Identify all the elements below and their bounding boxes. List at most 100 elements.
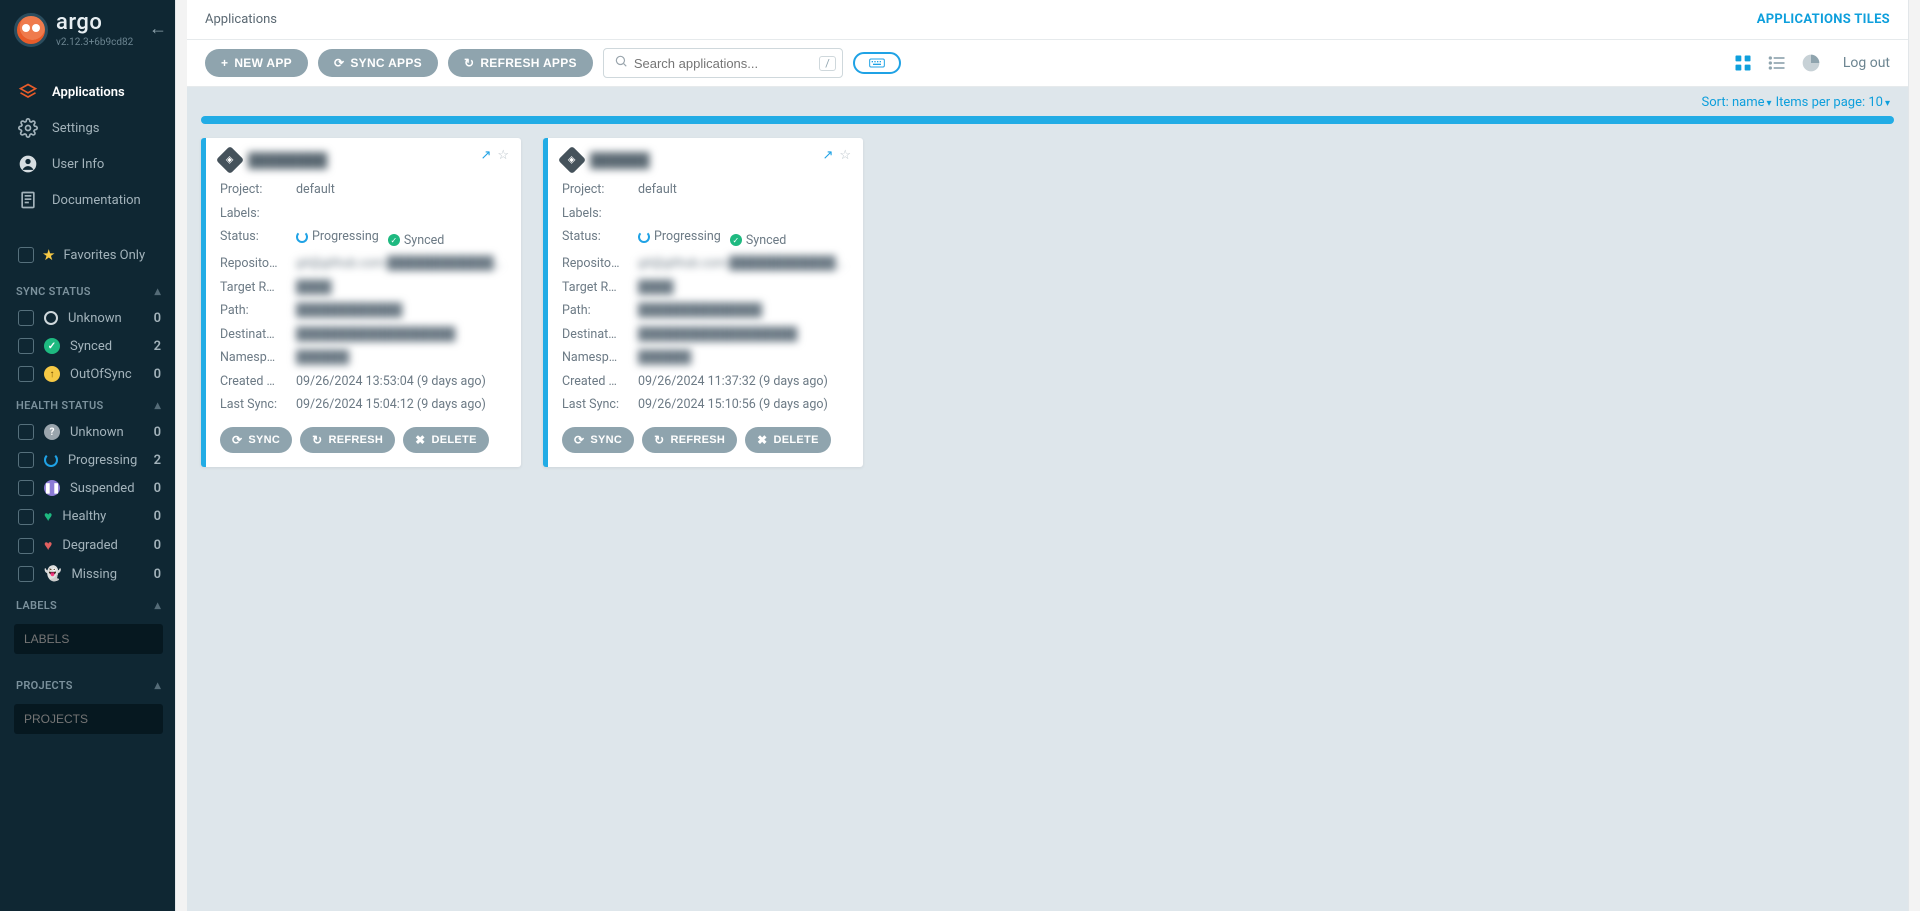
kv-value: ████████████	[296, 302, 507, 320]
kv-key: Labels:	[562, 205, 638, 223]
sidebar-collapse-icon[interactable]: ←	[149, 18, 167, 39]
sync-status-title: SYNC STATUS	[16, 285, 91, 298]
kv-key: Target R…	[562, 279, 638, 297]
checkbox[interactable]	[18, 310, 34, 326]
tile-refresh-button[interactable]: ↻REFRESH	[300, 427, 395, 453]
filter-health-progressing[interactable]: Progressing 2	[0, 446, 175, 474]
star-outline-icon[interactable]: ☆	[497, 148, 509, 163]
app-name: ████████	[248, 152, 327, 169]
filter-health-missing[interactable]: 👻 Missing 0	[0, 560, 175, 588]
kv-key: Last Sync:	[220, 396, 296, 414]
search-icon	[614, 54, 628, 72]
nav-userinfo[interactable]: User Info	[0, 146, 175, 182]
progress-bar	[201, 116, 1894, 124]
filter-count: 0	[147, 567, 161, 582]
kv-key: Destinat…	[562, 326, 638, 344]
tiles-view-icon[interactable]	[1733, 53, 1753, 73]
app-tile[interactable]: ↗ ☆ ◈ ██████ Project:default Labels: Sta…	[543, 138, 863, 467]
checkbox[interactable]	[18, 538, 34, 554]
refresh-apps-button[interactable]: ↻ REFRESH APPS	[448, 49, 593, 77]
tile-delete-button[interactable]: ✖DELETE	[403, 427, 489, 453]
open-external-icon[interactable]: ↗	[480, 148, 491, 163]
checkbox[interactable]	[18, 338, 34, 354]
refresh-icon: ↻	[464, 56, 474, 70]
projects-section-title: PROJECTS	[16, 679, 73, 692]
labels-filter-input[interactable]	[14, 624, 163, 654]
nav-documentation[interactable]: Documentation	[0, 182, 175, 218]
kv-value: default	[638, 181, 849, 199]
list-view-icon[interactable]	[1767, 53, 1787, 73]
brand-name: argo	[56, 12, 133, 34]
main-scrollbar[interactable]	[1908, 0, 1920, 911]
favorites-checkbox[interactable]	[18, 247, 34, 263]
question-circle-icon: ?	[44, 424, 60, 440]
filter-sync-synced[interactable]: ✓ Synced 2	[0, 332, 175, 360]
filter-health-healthy[interactable]: ♥ Healthy 0	[0, 502, 175, 531]
sort-value: name	[1732, 95, 1765, 110]
open-external-icon[interactable]: ↗	[822, 148, 833, 163]
tile-sync-button[interactable]: ⟳ SYNC	[562, 427, 634, 453]
keyboard-toggle-button[interactable]	[853, 52, 901, 74]
tile-sync-button[interactable]: ⟳SYNC	[220, 427, 292, 453]
app-type-icon: ◈	[558, 146, 586, 174]
checkbox[interactable]	[18, 424, 34, 440]
checkbox[interactable]	[18, 509, 34, 525]
labels-section-title-row[interactable]: LABELS ▴	[0, 588, 175, 618]
checkbox[interactable]	[18, 480, 34, 496]
projects-section-title-row[interactable]: PROJECTS ▴	[0, 668, 175, 698]
checkbox[interactable]	[18, 566, 34, 582]
filter-count: 2	[147, 339, 161, 354]
sync-apps-button[interactable]: ⟳ SYNC APPS	[318, 49, 438, 77]
user-circle-icon	[18, 154, 38, 174]
filter-sync-unknown[interactable]: Unknown 0	[0, 304, 175, 332]
toolbar: + NEW APP ⟳ SYNC APPS ↻ REFRESH APPS /	[187, 40, 1908, 87]
app-type-icon: ◈	[216, 146, 244, 174]
filter-health-degraded[interactable]: ♥ Degraded 0	[0, 531, 175, 560]
progress-ring-icon	[44, 453, 58, 467]
sort-control[interactable]: Sort: name▾	[1702, 95, 1772, 110]
perpage-control[interactable]: Items per page: 10▾	[1776, 95, 1890, 110]
checkbox[interactable]	[18, 452, 34, 468]
filter-label: Unknown	[70, 425, 137, 440]
pie-view-icon[interactable]	[1801, 53, 1821, 73]
sync-status-title-row[interactable]: SYNC STATUS ▴	[0, 274, 175, 304]
nav-applications[interactable]: Applications	[0, 74, 175, 110]
new-app-button[interactable]: + NEW APP	[205, 49, 308, 77]
sidebar-scrollbar[interactable]	[175, 0, 187, 911]
chevron-up-icon: ▴	[155, 598, 161, 612]
star-outline-icon[interactable]: ☆	[839, 148, 851, 163]
sidebar-nav: Applications Settings User Info Document…	[0, 74, 175, 218]
kv-key: Status:	[220, 228, 296, 249]
search-input[interactable]	[634, 56, 819, 71]
tile-refresh-button[interactable]: ↻REFRESH	[642, 427, 737, 453]
filter-health-unknown[interactable]: ? Unknown 0	[0, 418, 175, 446]
chevron-up-icon: ▴	[155, 284, 161, 298]
kv-key: Labels:	[220, 205, 296, 223]
delete-icon: ✖	[757, 433, 767, 447]
check-circle-icon: ✓	[44, 338, 60, 354]
tile-sync-label: SYNC	[590, 434, 622, 446]
filter-sync-outofsync[interactable]: ↑ OutOfSync 0	[0, 360, 175, 388]
search-wrap: /	[603, 48, 843, 78]
nav-userinfo-label: User Info	[52, 157, 104, 172]
kv-value: ████	[638, 279, 849, 297]
refresh-icon: ↻	[312, 433, 322, 447]
sync-icon: ⟳	[574, 433, 584, 447]
brand: argo v2.12.3+6b9cd82	[14, 12, 133, 48]
nav-settings[interactable]: Settings	[0, 110, 175, 146]
chevron-down-icon: ▾	[1767, 98, 1772, 109]
checkbox[interactable]	[18, 366, 34, 382]
plus-icon: +	[221, 56, 228, 70]
app-name: ██████	[590, 152, 650, 169]
logout-link[interactable]: Log out	[1843, 55, 1890, 71]
tile-delete-button[interactable]: ✖DELETE	[745, 427, 831, 453]
health-status-title-row[interactable]: HEALTH STATUS ▴	[0, 388, 175, 418]
projects-filter-input[interactable]	[14, 704, 163, 734]
favorites-label: Favorites Only	[63, 248, 145, 263]
app-tile[interactable]: ↗ ☆ ◈ ████████ Project:default Labels: S…	[201, 138, 521, 467]
filter-label: Degraded	[62, 538, 137, 553]
gear-icon	[18, 118, 38, 138]
filter-label: Suspended	[70, 481, 137, 496]
filter-health-suspended[interactable]: ❚❚ Suspended 0	[0, 474, 175, 502]
kv-key: Path:	[562, 302, 638, 320]
